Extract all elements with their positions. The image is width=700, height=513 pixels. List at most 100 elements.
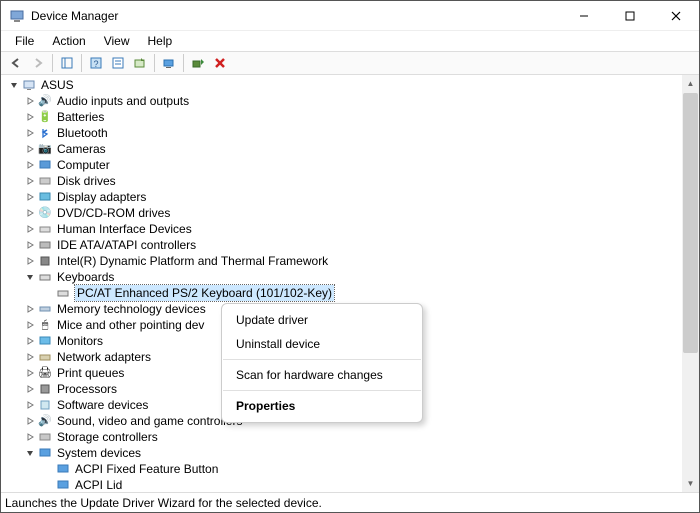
ctx-scan-hardware[interactable]: Scan for hardware changes bbox=[222, 363, 422, 387]
expander-expand-icon[interactable] bbox=[23, 94, 37, 108]
scroll-thumb[interactable] bbox=[683, 93, 698, 353]
enable-device-button[interactable] bbox=[187, 52, 209, 74]
tree-label: Cameras bbox=[57, 141, 106, 157]
scroll-down-icon[interactable]: ▼ bbox=[682, 475, 699, 492]
expander-expand-icon[interactable] bbox=[23, 206, 37, 220]
expander-expand-icon[interactable] bbox=[23, 398, 37, 412]
ctx-update-driver[interactable]: Update driver bbox=[222, 308, 422, 332]
expander-collapse-icon[interactable] bbox=[7, 78, 21, 92]
expander-expand-icon[interactable] bbox=[23, 382, 37, 396]
expander-expand-icon[interactable] bbox=[23, 126, 37, 140]
speaker-icon: 🔊 bbox=[37, 93, 53, 109]
chip-icon bbox=[37, 253, 53, 269]
computer-icon bbox=[21, 77, 37, 93]
tree-label: Keyboards bbox=[57, 269, 114, 285]
expander-expand-icon[interactable] bbox=[23, 174, 37, 188]
expander-expand-icon[interactable] bbox=[23, 158, 37, 172]
update-driver-button[interactable] bbox=[129, 52, 151, 74]
tree-label: Memory technology devices bbox=[57, 301, 206, 317]
expander-expand-icon[interactable] bbox=[23, 238, 37, 252]
expander-expand-icon[interactable] bbox=[23, 350, 37, 364]
scroll-up-icon[interactable]: ▲ bbox=[682, 75, 699, 92]
expander-expand-icon[interactable] bbox=[23, 142, 37, 156]
tree-item-hid[interactable]: Human Interface Devices bbox=[5, 221, 699, 237]
camera-icon: 📷 bbox=[37, 141, 53, 157]
maximize-button[interactable] bbox=[607, 1, 653, 30]
uninstall-device-button[interactable] bbox=[209, 52, 231, 74]
expander-expand-icon[interactable] bbox=[23, 254, 37, 268]
ctx-properties[interactable]: Properties bbox=[222, 394, 422, 418]
tree-item-ide[interactable]: IDE ATA/ATAPI controllers bbox=[5, 237, 699, 253]
tree-label: System devices bbox=[57, 445, 141, 461]
battery-icon: 🔋 bbox=[37, 109, 53, 125]
tree-label: Batteries bbox=[57, 109, 104, 125]
tree-root[interactable]: ASUS bbox=[5, 77, 699, 93]
properties-button[interactable] bbox=[107, 52, 129, 74]
expander-collapse-icon[interactable] bbox=[23, 446, 37, 460]
menu-action[interactable]: Action bbox=[44, 32, 93, 50]
tree-item-bluetooth[interactable]: Bluetooth bbox=[5, 125, 699, 141]
tree-label: Audio inputs and outputs bbox=[57, 93, 189, 109]
tree-item-keyboard-selected[interactable]: PC/AT Enhanced PS/2 Keyboard (101/102-Ke… bbox=[5, 285, 699, 301]
tree-item-intel[interactable]: Intel(R) Dynamic Platform and Thermal Fr… bbox=[5, 253, 699, 269]
tree-item-computer[interactable]: Computer bbox=[5, 157, 699, 173]
tree-item-cameras[interactable]: 📷 Cameras bbox=[5, 141, 699, 157]
tree-item-audio[interactable]: 🔊 Audio inputs and outputs bbox=[5, 93, 699, 109]
help-button[interactable]: ? bbox=[85, 52, 107, 74]
close-button[interactable] bbox=[653, 1, 699, 30]
context-menu: Update driver Uninstall device Scan for … bbox=[221, 303, 423, 423]
disk-icon bbox=[37, 173, 53, 189]
expander-expand-icon[interactable] bbox=[23, 302, 37, 316]
tree-item-disk[interactable]: Disk drives bbox=[5, 173, 699, 189]
menu-file[interactable]: File bbox=[7, 32, 42, 50]
status-text: Launches the Update Driver Wizard for th… bbox=[5, 496, 322, 510]
scan-hardware-button[interactable] bbox=[158, 52, 180, 74]
tree-label: Bluetooth bbox=[57, 125, 108, 141]
expander-expand-icon[interactable] bbox=[23, 318, 37, 332]
system-device-icon bbox=[55, 477, 71, 492]
expander-expand-icon[interactable] bbox=[23, 334, 37, 348]
window-controls bbox=[561, 1, 699, 30]
tree-label: Display adapters bbox=[57, 189, 146, 205]
device-tree[interactable]: ASUS 🔊 Audio inputs and outputs 🔋 Batter… bbox=[1, 75, 699, 492]
tree-label: Computer bbox=[57, 157, 110, 173]
expander-expand-icon[interactable] bbox=[23, 110, 37, 124]
system-device-icon bbox=[55, 461, 71, 477]
tree-item-system[interactable]: System devices bbox=[5, 445, 699, 461]
tree-label: Storage controllers bbox=[57, 429, 158, 445]
forward-button[interactable] bbox=[27, 52, 49, 74]
ctx-separator bbox=[223, 390, 421, 391]
vertical-scrollbar[interactable]: ▲ ▼ bbox=[682, 75, 699, 492]
toolbar-separator bbox=[52, 54, 53, 72]
mouse-icon: 🖱 bbox=[37, 317, 53, 333]
printer-icon: 🖨 bbox=[37, 365, 53, 381]
expander-collapse-icon[interactable] bbox=[23, 270, 37, 284]
tree-item-storage[interactable]: Storage controllers bbox=[5, 429, 699, 445]
expander-expand-icon[interactable] bbox=[23, 222, 37, 236]
tree-item-dvd[interactable]: 💿 DVD/CD-ROM drives bbox=[5, 205, 699, 221]
menu-view[interactable]: View bbox=[96, 32, 138, 50]
system-icon bbox=[37, 445, 53, 461]
expander-expand-icon[interactable] bbox=[23, 366, 37, 380]
minimize-button[interactable] bbox=[561, 1, 607, 30]
back-button[interactable] bbox=[5, 52, 27, 74]
tree-label: ACPI Fixed Feature Button bbox=[75, 461, 218, 477]
expander-expand-icon[interactable] bbox=[23, 430, 37, 444]
software-icon bbox=[37, 397, 53, 413]
expander-expand-icon[interactable] bbox=[23, 414, 37, 428]
expander-expand-icon[interactable] bbox=[23, 190, 37, 204]
keyboard-icon bbox=[37, 269, 53, 285]
tree-label: Sound, video and game controllers bbox=[57, 413, 242, 429]
tree-label: Mice and other pointing dev bbox=[57, 317, 204, 333]
show-hide-tree-button[interactable] bbox=[56, 52, 78, 74]
menu-bar: File Action View Help bbox=[1, 31, 699, 51]
tree-item-display[interactable]: Display adapters bbox=[5, 189, 699, 205]
menu-help[interactable]: Help bbox=[140, 32, 181, 50]
tree-item-acpi-button[interactable]: ACPI Fixed Feature Button bbox=[5, 461, 699, 477]
keyboard-icon bbox=[55, 285, 71, 301]
toolbar-separator bbox=[154, 54, 155, 72]
tree-item-keyboards[interactable]: Keyboards bbox=[5, 269, 699, 285]
tree-item-acpi-lid[interactable]: ACPI Lid bbox=[5, 477, 699, 492]
tree-item-batteries[interactable]: 🔋 Batteries bbox=[5, 109, 699, 125]
ctx-uninstall-device[interactable]: Uninstall device bbox=[222, 332, 422, 356]
